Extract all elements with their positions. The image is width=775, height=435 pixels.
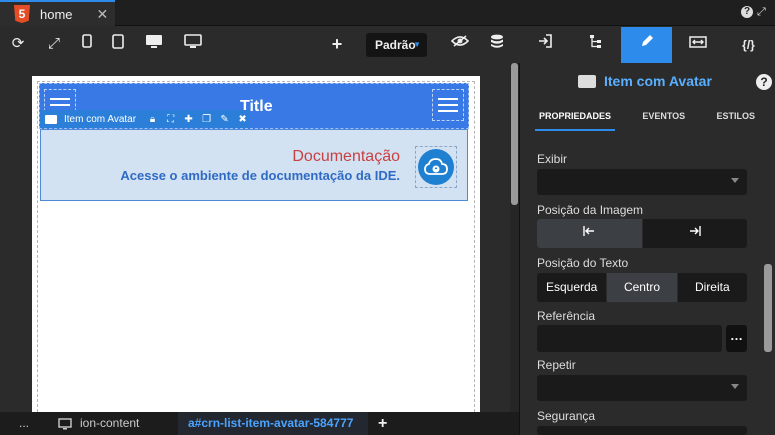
panel-subtabs: PROPRIEDADES EVENTOS ESTILOS [535, 111, 759, 131]
tab-resize-icon[interactable] [672, 27, 723, 63]
restore-icon[interactable]: ⤢ [757, 6, 769, 18]
close-icon[interactable]: ✕ [97, 6, 109, 23]
id-card-icon [45, 114, 57, 124]
eye-off-icon[interactable] [449, 34, 471, 54]
refresh-icon[interactable]: ⟳ [7, 34, 29, 54]
image-left-button[interactable] [537, 219, 643, 248]
selection-toolbar: Item com Avatar 🔒︎ ⛶ ✚ ❐ ✎ ✖ [40, 110, 250, 128]
wand-icon[interactable]: ✎ [219, 114, 230, 125]
text-left-button[interactable]: Esquerda [537, 273, 608, 302]
lock-icon[interactable]: 🔒︎ [147, 114, 158, 125]
copy-icon[interactable]: ❐ [201, 114, 212, 125]
canvas-scrollbar[interactable] [510, 63, 519, 412]
html5-icon: 5 [14, 5, 30, 23]
designer-toolbar: ⟳ ⤢ + Padrão ▼ [0, 27, 519, 63]
tab-login-icon[interactable] [519, 27, 570, 63]
tab-edit-icon[interactable] [621, 27, 672, 63]
image-right-button[interactable] [643, 219, 748, 248]
window-controls: ? ⤢ [741, 6, 769, 18]
help-icon[interactable]: ? [756, 74, 772, 90]
item-avatar[interactable] [415, 146, 457, 188]
tablet-icon[interactable] [107, 34, 129, 54]
tab-code-icon[interactable]: {/} [723, 27, 774, 63]
breadcrumb-ellipsis[interactable]: ... [0, 412, 48, 435]
label-posicao-imagem: Posição da Imagem [537, 203, 644, 217]
mode-select[interactable]: Padrão ▼ [366, 33, 427, 57]
item-subtitle: Acesse o ambiente de documentação da IDE… [120, 168, 400, 183]
image-position-group [537, 219, 747, 248]
text-right-button[interactable]: Direita [678, 273, 747, 302]
label-exibir: Exibir [537, 152, 568, 166]
breadcrumb-parent[interactable]: ion-content [48, 412, 178, 435]
text-center-button[interactable]: Centro [607, 273, 678, 302]
tab-styles[interactable]: ESTILOS [712, 111, 759, 131]
referencia-input[interactable] [537, 325, 722, 352]
database-icon[interactable] [486, 34, 508, 54]
breadcrumb-parent-label: ion-content [80, 416, 140, 430]
label-repetir: Repetir [537, 358, 576, 372]
more-icon[interactable]: … [726, 325, 747, 352]
add-icon[interactable]: ✚ [183, 114, 194, 125]
id-card-icon [578, 74, 596, 88]
selection-label: Item com Avatar [64, 113, 137, 125]
seguranca-select[interactable] [537, 426, 747, 435]
label-seguranca: Segurança [537, 409, 596, 423]
caret-down-icon [731, 384, 739, 389]
align-right-icon [689, 226, 701, 236]
desktop-icon [58, 417, 72, 429]
fullscreen-icon[interactable]: ⤢ [43, 34, 65, 54]
cloud-upload-icon [418, 149, 454, 185]
panel-tabs: {/} [519, 27, 775, 63]
caret-down-icon [731, 178, 739, 183]
phone-icon[interactable] [76, 34, 98, 54]
tab-home-label: home [40, 6, 73, 22]
component-name: Item com Avatar [604, 73, 712, 89]
mode-select-label: Padrão [375, 38, 416, 52]
tab-events[interactable]: EVENTOS [638, 111, 689, 131]
desktop-icon[interactable] [143, 34, 165, 54]
item-title: Documentação [292, 148, 400, 165]
menu-right-icon[interactable] [432, 89, 464, 121]
list-item-avatar[interactable]: Documentação Acesse o ambiente de docume… [40, 129, 468, 201]
breadcrumb-current[interactable]: a#crn-list-item-avatar-584777 [178, 412, 368, 435]
text-position-group: Esquerda Centro Direita [537, 273, 747, 302]
tab-home[interactable]: 5 home ✕ [0, 0, 115, 26]
label-referencia: Referência [537, 309, 596, 323]
panel-scroll-thumb[interactable] [764, 264, 772, 352]
component-heading: Item com Avatar [578, 73, 712, 89]
tab-properties[interactable]: PROPRIEDADES [535, 111, 616, 131]
tab-tree-icon[interactable] [570, 27, 621, 63]
label-posicao-texto: Posição do Texto [537, 256, 629, 270]
tab-strip: 5 home ✕ ? ⤢ [0, 0, 775, 26]
canvas-scroll-thumb[interactable] [511, 63, 518, 205]
align-left-icon [583, 226, 595, 236]
caret-down-icon: ▼ [413, 40, 421, 49]
add-icon[interactable]: + [368, 412, 397, 435]
add-icon[interactable]: + [326, 34, 348, 54]
repetir-select[interactable] [537, 375, 747, 401]
exibir-select[interactable] [537, 169, 747, 195]
close-icon[interactable]: ✖ [237, 114, 248, 125]
help-icon[interactable]: ? [741, 6, 753, 18]
breadcrumb: ... ion-content a#crn-list-item-avatar-5… [0, 412, 519, 435]
expand-icon[interactable]: ⛶ [165, 114, 176, 125]
monitor-icon[interactable] [182, 34, 204, 54]
